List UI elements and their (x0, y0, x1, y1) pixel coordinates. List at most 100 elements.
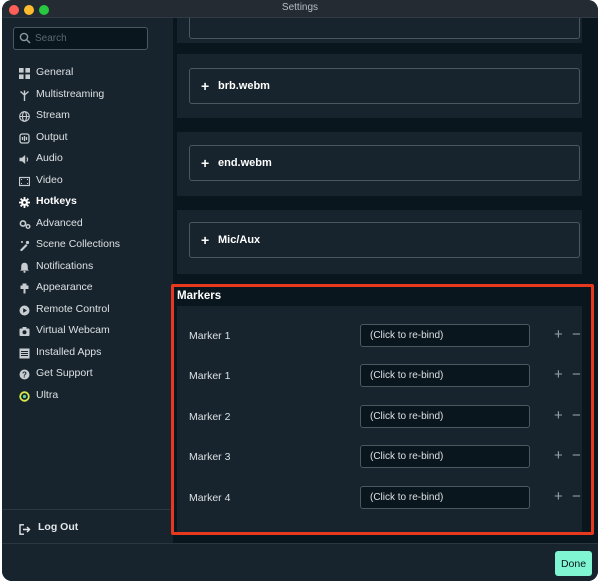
rebind-button[interactable]: (Click to re-bind) (360, 405, 530, 428)
sidebar-item-scene-collections[interactable]: Scene Collections (2, 234, 173, 254)
bell-icon (19, 260, 30, 273)
markers-heading: Markers (177, 290, 222, 302)
sidebar-item-label: Stream (36, 109, 70, 121)
sidebar-item-label: Advanced (36, 216, 83, 229)
marker-label: Marker 1 (189, 330, 231, 342)
source-row-end[interactable]: + end.webm (189, 145, 580, 181)
sidebar-item-label: General (36, 66, 74, 78)
sidebar-item-ultra[interactable]: Ultra (2, 385, 173, 405)
sidebar-item-label: Audio (36, 152, 63, 164)
sidebar-item-label: Remote Control (36, 302, 110, 315)
source-panel-partial (177, 18, 582, 43)
palette-icon (19, 281, 30, 294)
settings-window: Settings General Multistreaming Stream O… (2, 0, 598, 581)
marker-label: Marker 1 (189, 370, 231, 382)
marker-row: Marker 4 (Click to re-bind) + − (177, 486, 582, 510)
sidebar-item-stream[interactable]: Stream (2, 105, 173, 125)
source-row-brb[interactable]: + brb.webm (189, 68, 580, 104)
marker-label: Marker 3 (189, 451, 231, 463)
source-label: end.webm (218, 157, 272, 169)
footer-bar: Done (2, 543, 598, 581)
sidebar-item-label: Multistreaming (36, 87, 105, 100)
source-panel: + brb.webm (177, 54, 582, 118)
sidebar-item-hotkeys[interactable]: Hotkeys (2, 191, 173, 211)
question-icon: ? (19, 367, 30, 380)
search-box[interactable] (13, 27, 148, 50)
sidebar-item-remote-control[interactable]: Remote Control (2, 299, 173, 319)
marker-row: Marker 3 (Click to re-bind) + − (177, 445, 582, 469)
sidebar-item-get-support[interactable]: ? Get Support (2, 363, 173, 383)
add-binding-icon[interactable]: + (554, 408, 563, 423)
play-circle-icon (19, 303, 30, 315)
sidebar-item-label: Video (36, 173, 63, 186)
sidebar-item-label: Virtual Webcam (36, 324, 110, 336)
sidebar-item-label: Scene Collections (36, 238, 121, 250)
sidebar-item-multistreaming[interactable]: Multistreaming (2, 84, 173, 104)
sidebar-item-label: Output (36, 130, 68, 143)
source-label: Mic/Aux (218, 234, 261, 246)
remove-binding-icon[interactable]: − (572, 489, 581, 504)
sidebar-item-audio[interactable]: Audio (2, 148, 173, 168)
sidebar-item-output[interactable]: Output (2, 127, 173, 147)
remove-binding-icon[interactable]: − (572, 408, 581, 423)
done-button[interactable]: Done (555, 551, 592, 576)
fork-icon (19, 88, 30, 101)
svg-text:?: ? (22, 370, 27, 379)
add-binding-icon[interactable]: + (554, 489, 563, 504)
sidebar-item-installed-apps[interactable]: Installed Apps (2, 342, 173, 362)
gear-icon (19, 195, 30, 208)
search-input[interactable] (35, 31, 143, 46)
expand-icon: + (201, 232, 210, 248)
add-binding-icon[interactable]: + (554, 448, 563, 463)
ultra-icon (19, 389, 30, 402)
sidebar-item-label: Installed Apps (36, 345, 102, 358)
remove-binding-icon[interactable]: − (572, 327, 581, 342)
sidebar-item-label: Ultra (36, 388, 59, 401)
sidebar-item-virtual-webcam[interactable]: Virtual Webcam (2, 320, 173, 340)
gears-icon (19, 217, 31, 229)
window-title: Settings (281, 2, 319, 13)
logout-icon (19, 522, 31, 540)
marker-label: Marker 4 (189, 492, 231, 504)
collections-icon (19, 238, 30, 252)
logout-button[interactable]: Log Out (2, 518, 173, 538)
sidebar-item-video[interactable]: Video (2, 170, 173, 190)
rebind-button[interactable]: (Click to re-bind) (360, 364, 530, 387)
add-binding-icon[interactable]: + (554, 327, 563, 342)
sidebar-item-general[interactable]: General (2, 62, 173, 82)
add-binding-icon[interactable]: + (554, 367, 563, 382)
rebind-button[interactable]: (Click to re-bind) (360, 486, 530, 509)
sidebar-item-appearance[interactable]: Appearance (2, 277, 173, 297)
remove-binding-icon[interactable]: − (572, 448, 581, 463)
search-icon (19, 31, 31, 49)
sidebar-item-label: Get Support (36, 367, 93, 379)
source-label: brb.webm (218, 80, 270, 92)
source-row-mic-aux[interactable]: + Mic/Aux (189, 222, 580, 258)
rebind-button[interactable]: (Click to re-bind) (360, 445, 530, 468)
hotkeys-content[interactable]: + brb.webm + end.webm + Mic/Aux Markers … (173, 18, 598, 543)
sidebar-footer: Log Out (2, 509, 173, 543)
source-row-partial[interactable] (189, 18, 580, 39)
marker-label: Marker 2 (189, 411, 231, 423)
sidebar-item-label: Notifications (36, 259, 94, 272)
camera-icon (19, 324, 30, 336)
apps-icon (19, 346, 30, 358)
globe-icon (19, 109, 30, 122)
marker-row: Marker 1 (Click to re-bind) + − (177, 364, 582, 388)
grid-icon (19, 66, 30, 79)
sidebar-item-label: Appearance (36, 281, 93, 293)
sidebar-item-label: Hotkeys (36, 195, 77, 207)
remove-binding-icon[interactable]: − (572, 367, 581, 382)
marker-row: Marker 2 (Click to re-bind) + − (177, 405, 582, 429)
expand-icon: + (201, 155, 210, 171)
rebind-button[interactable]: (Click to re-bind) (360, 324, 530, 347)
expand-icon: + (201, 78, 210, 94)
sidebar: General Multistreaming Stream Output Aud… (2, 18, 173, 543)
source-panel: + Mic/Aux (177, 210, 582, 274)
output-icon (19, 131, 30, 144)
marker-row: Marker 1 (Click to re-bind) + − (177, 324, 582, 348)
sidebar-item-advanced[interactable]: Advanced (2, 213, 173, 233)
sidebar-item-notifications[interactable]: Notifications (2, 256, 173, 276)
logout-label: Log Out (38, 521, 79, 533)
film-icon (18, 174, 31, 186)
